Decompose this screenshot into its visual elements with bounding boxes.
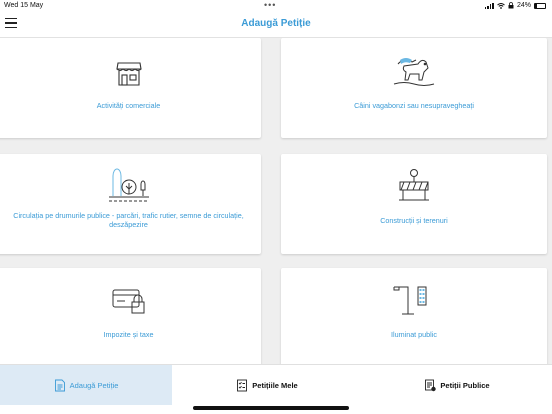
status-indicators: 24%	[484, 2, 546, 9]
home-indicator[interactable]	[193, 406, 349, 410]
tab-label: Adaugă Petiție	[69, 380, 119, 390]
category-grid: Activități comerciale Câini vagabonzi sa…	[0, 38, 552, 364]
category-card-stray-dogs[interactable]: Câini vagabonzi sau nesupravegheați	[281, 38, 547, 138]
tax-card-lock-icon	[112, 289, 144, 314]
battery-icon	[534, 2, 546, 9]
category-card-taxes[interactable]: Impozite și taxe	[0, 268, 261, 364]
tab-public-petitions[interactable]: Petiții Publice	[362, 365, 552, 405]
construction-barrier-icon	[399, 169, 429, 201]
tab-add-petition[interactable]: Adaugă Petiție	[0, 365, 172, 405]
my-petitions-icon	[237, 379, 248, 391]
category-label: Câini vagabonzi sau nesupravegheați	[354, 101, 474, 110]
category-label: Activități comerciale	[96, 101, 161, 110]
category-label: Iluminat public	[391, 330, 437, 339]
status-time: Wed 15 May	[4, 2, 44, 9]
tab-my-petitions[interactable]: Petițiile Mele	[172, 365, 362, 405]
category-label: Impozite și taxe	[103, 330, 154, 339]
app-bar: Adaugă Petiție	[0, 12, 552, 38]
stray-dog-icon	[393, 58, 435, 86]
public-petitions-icon	[425, 379, 437, 391]
battery-percent: 24%	[516, 2, 531, 9]
cellular-signal-icon	[484, 2, 494, 9]
document-add-icon	[54, 379, 65, 391]
category-label: Construcții și terenuri	[380, 216, 448, 225]
street-light-icon	[393, 286, 427, 315]
category-card-construction[interactable]: Construcții și terenuri	[281, 154, 547, 254]
category-card-commercial[interactable]: Activități comerciale	[0, 38, 261, 138]
status-bar: Wed 15 May ••• 24%	[0, 0, 552, 12]
category-card-public-lighting[interactable]: Iluminat public	[281, 268, 547, 364]
category-card-road-traffic[interactable]: Circulația pe drumurile publice - parcăr…	[0, 154, 261, 254]
page-title: Adaugă Petiție	[241, 18, 311, 29]
road-traffic-icon	[108, 168, 149, 202]
category-label: Circulația pe drumurile publice - parcăr…	[13, 211, 244, 229]
wifi-icon	[497, 2, 505, 9]
tab-label: Petițiile Mele	[252, 380, 298, 390]
lock-rotation-icon	[508, 2, 514, 9]
tab-label: Petiții Publice	[440, 380, 490, 390]
shop-icon	[115, 62, 142, 86]
multitasking-dots-icon[interactable]: •••	[264, 0, 276, 10]
